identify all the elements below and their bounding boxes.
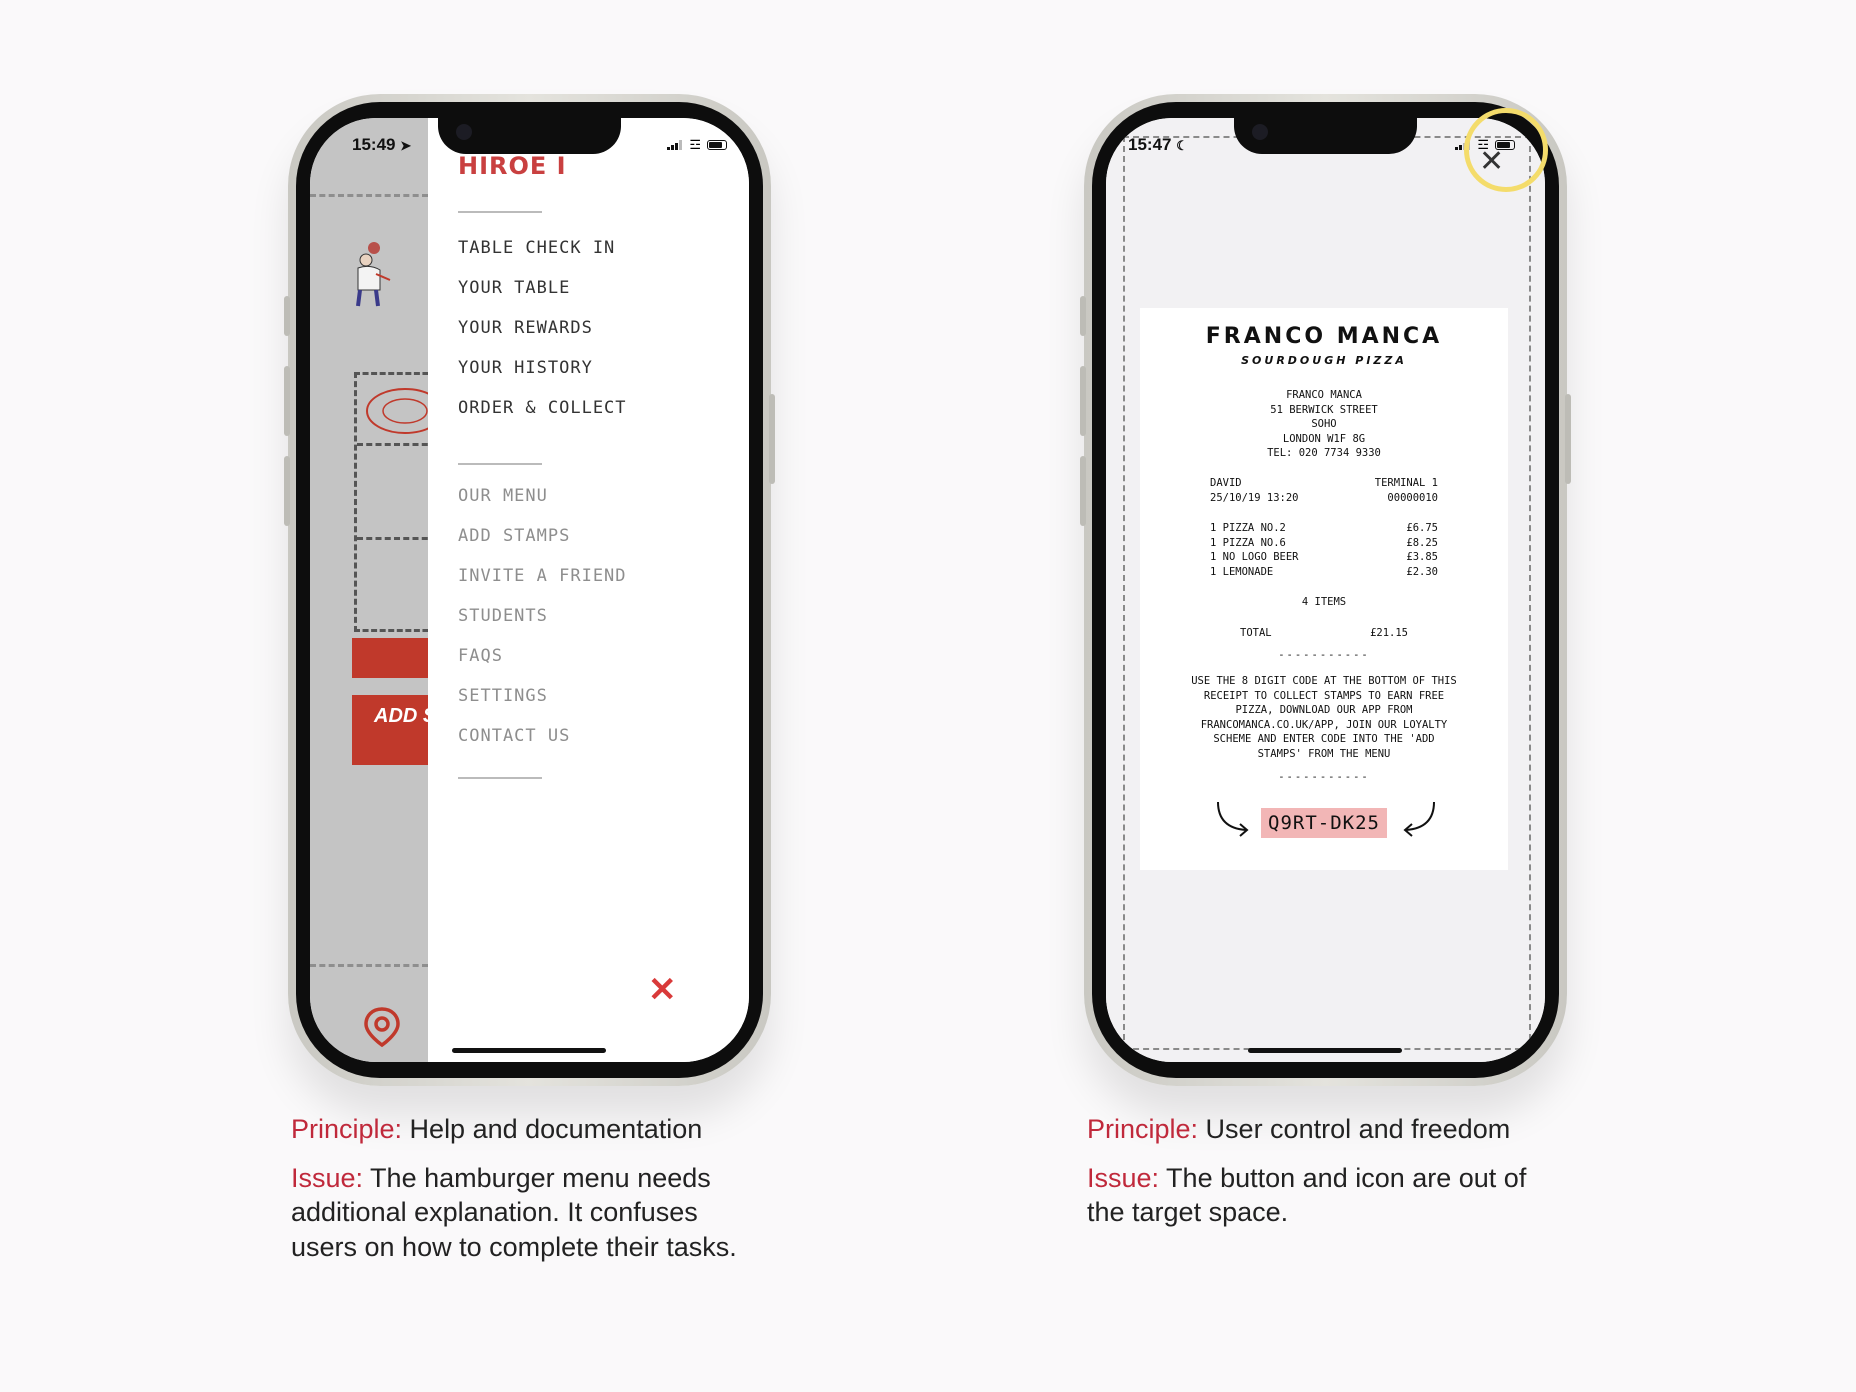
receipt-instruction-line: FRANCOMANCA.CO.UK/APP, JOIN OUR LOYALTY (1200, 718, 1448, 731)
receipt-instruction-line: USE THE 8 DIGIT CODE AT THE BOTTOM OF TH… (1191, 675, 1457, 687)
menu-divider (458, 463, 542, 465)
left-caption: Principle: Help and documentation Issue:… (291, 1112, 771, 1264)
menu-item-invite-a-friend[interactable]: INVITE A FRIEND (458, 566, 627, 586)
receipt-subtitle: SOURDOUGH PIZZA (1241, 354, 1407, 367)
receipt-address-line: SOHO (1311, 418, 1337, 430)
brand-logo: HIROE I (458, 152, 567, 180)
status-time: 15:47 ☾ (1128, 135, 1188, 154)
menu-item-settings[interactable]: SETTINGS (458, 686, 548, 706)
menu-item-faqs[interactable]: FAQS (458, 646, 503, 666)
receipt-meta-row: 25/10/19 13:20 00000010 (1210, 491, 1438, 504)
highlight-ring (1464, 108, 1548, 192)
receipt-instruction-line: SCHEME AND ENTER CODE INTO THE 'ADD (1213, 733, 1435, 745)
issue-line: Issue: The hamburger menu needs addition… (291, 1162, 737, 1262)
hamburger-menu-drawer: HIROE I TABLE CHECK IN YOUR TABLE YOUR R… (428, 118, 749, 1062)
menu-item-table-check-in[interactable]: TABLE CHECK IN (458, 238, 615, 258)
menu-item-your-history[interactable]: YOUR HISTORY (458, 358, 593, 378)
menu-item-add-stamps[interactable]: ADD STAMPS (458, 526, 570, 546)
curved-arrow-right-icon (1217, 801, 1249, 837)
receipt-item-row: 1 NO LOGO BEER £3.85 (1210, 551, 1438, 563)
wifi-icon: ☲ (689, 137, 701, 152)
stamp-card-fragment (354, 372, 441, 632)
receipt-address-line: 51 BERWICK STREET (1270, 403, 1378, 416)
menu-item-your-table[interactable]: YOUR TABLE (458, 278, 570, 298)
home-indicator[interactable] (1248, 1048, 1402, 1053)
receipt-separator: ----------- (1278, 649, 1370, 661)
left-phone-screen: ADD S 15:49 ➤ HIROE I TABLE CHECK IN YOU… (310, 118, 749, 1062)
receipt-instruction-line: PIZZA, DOWNLOAD OUR APP FROM (1235, 704, 1413, 716)
principle-line: Principle: Help and documentation (291, 1114, 703, 1144)
receipt-item-row: 1 PIZZA NO.2 £6.75 (1210, 522, 1438, 534)
receipt-instruction-line: STAMPS' FROM THE MENU (1257, 747, 1391, 760)
right-caption: Principle: User control and freedom Issu… (1087, 1112, 1557, 1230)
chef-illustration-icon (356, 242, 391, 307)
moon-icon: ☾ (1176, 138, 1188, 153)
receipt-address-line: LONDON W1F 8G (1282, 432, 1366, 445)
menu-divider (458, 211, 542, 213)
left-phone-mockup: ADD S 15:49 ➤ HIROE I TABLE CHECK IN YOU… (284, 94, 775, 1086)
receipt-item-count: 4 ITEMS (1301, 596, 1347, 608)
right-phone-mockup: 15:47 ☾ ☲ ✕ FRANCO MANCA SOURDOUGH PIZZA… (1080, 94, 1571, 1086)
curved-arrow-left-icon (1403, 801, 1435, 837)
receipt-meta-row: DAVID TERMINAL 1 (1210, 477, 1438, 489)
menu-divider (458, 777, 542, 779)
battery-icon (707, 140, 727, 150)
receipt-separator: ----------- (1278, 771, 1370, 783)
receipt-instruction-line: RECEIPT TO COLLECT STAMPS TO EARN FREE (1203, 689, 1445, 702)
add-button-partial-label: ADD S (374, 705, 437, 727)
receipt-address-line: FRANCO MANCA (1286, 389, 1362, 401)
status-icons: ☲ (667, 137, 727, 153)
receipt-brand: FRANCO MANCA (1205, 324, 1443, 349)
principle-line: Principle: User control and freedom (1087, 1114, 1511, 1144)
cellular-signal-icon (667, 140, 683, 150)
receipt-total-row: TOTAL £21.15 (1240, 627, 1408, 639)
receipt-item-row: 1 LEMONADE £2.30 (1210, 565, 1438, 578)
status-time: 15:49 ➤ (352, 135, 412, 154)
red-button-fragment[interactable] (352, 638, 428, 678)
receipt-item-row: 1 PIZZA NO.6 £8.25 (1210, 536, 1438, 549)
menu-item-your-rewards[interactable]: YOUR REWARDS (458, 318, 593, 338)
menu-item-contact-us[interactable]: CONTACT US (458, 726, 570, 746)
home-indicator[interactable] (452, 1048, 606, 1053)
right-phone-screen: 15:47 ☾ ☲ ✕ FRANCO MANCA SOURDOUGH PIZZA… (1106, 118, 1545, 1062)
menu-item-order-collect[interactable]: ORDER & COLLECT (458, 398, 627, 418)
menu-item-students[interactable]: STUDENTS (458, 606, 548, 626)
receipt: FRANCO MANCA SOURDOUGH PIZZA FRANCO MANC… (1140, 308, 1508, 870)
receipt-code: Q9RT-DK25 (1261, 808, 1387, 838)
issue-line: Issue: The button and icon are out of th… (1087, 1162, 1527, 1228)
location-arrow-icon: ➤ (400, 138, 412, 153)
receipt-address-line: TEL: 020 7734 9330 (1267, 447, 1381, 459)
location-pin-icon[interactable] (360, 1005, 404, 1049)
menu-item-our-menu[interactable]: OUR MENU (458, 486, 548, 506)
close-icon[interactable]: ✕ (648, 973, 677, 1007)
